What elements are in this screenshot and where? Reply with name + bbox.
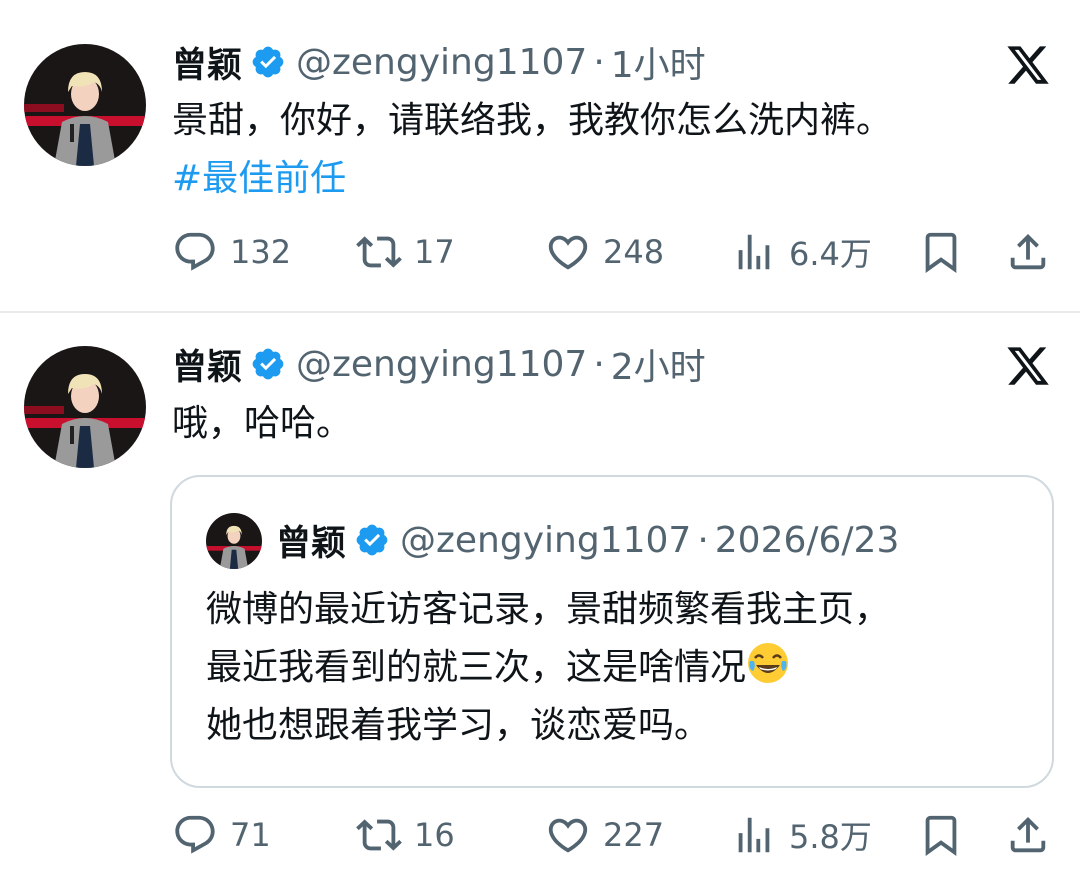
action-bar: 132 17 248 6.4万	[0, 227, 1080, 277]
reply-icon	[175, 232, 215, 271]
author-name[interactable]: 曾颖	[172, 339, 242, 390]
heart-icon	[548, 818, 588, 853]
retweet-icon	[356, 819, 402, 851]
like-button[interactable]: 227	[545, 810, 664, 860]
views-icon	[738, 234, 770, 270]
heart-icon	[548, 235, 588, 270]
face-with-tears-of-joy-emoji	[746, 641, 790, 685]
hashtag-link[interactable]: #最佳前任	[172, 150, 346, 208]
quoted-author-name[interactable]: 曾颖	[276, 515, 346, 566]
timestamp[interactable]: 2小时	[611, 338, 706, 390]
retweet-button[interactable]: 17	[356, 227, 455, 277]
reply-count: 132	[230, 233, 292, 271]
tweet-text: 景甜，你好，请联络我，我教你怎么洗内裤。	[172, 100, 893, 141]
share-icon	[1010, 233, 1046, 270]
tweet-header: 曾颖 @zengying1107 · 2小时	[172, 339, 706, 389]
share-button[interactable]	[1005, 810, 1051, 860]
tweet-text: 哦，哈哈。	[172, 403, 353, 444]
reply-button[interactable]: 132	[172, 227, 291, 277]
like-count: 227	[603, 816, 665, 854]
retweet-count: 16	[414, 816, 455, 854]
quoted-tweet[interactable]: 曾颖 @zengying1107 · 2026/6/23 微博的最近访客记录，景…	[170, 475, 1054, 788]
retweet-count: 17	[414, 233, 455, 271]
reply-count: 71	[230, 816, 271, 854]
verified-badge-icon	[250, 44, 286, 80]
avatar[interactable]	[24, 346, 146, 468]
views-icon	[738, 817, 770, 853]
views-count: 5.8万	[789, 818, 872, 856]
separator-dot: ·	[593, 343, 605, 385]
separator-dot: ·	[593, 41, 605, 83]
quoted-text-line: 她也想跟着我学习，谈恋爱吗。	[206, 705, 711, 746]
like-button[interactable]: 248	[545, 227, 664, 277]
action-bar: 71 16 227 5.8万	[0, 810, 1080, 860]
author-name[interactable]: 曾颖	[172, 37, 242, 88]
x-logo-icon	[1003, 343, 1053, 389]
tweet[interactable]: 曾颖 @zengying1107 · 1小时 景甜，你好，请联络我，我教你怎么洗…	[0, 0, 1080, 312]
share-icon	[1010, 816, 1046, 853]
author-handle[interactable]: @zengying1107	[296, 344, 587, 385]
author-handle[interactable]: @zengying1107	[296, 42, 587, 83]
tweet-header: 曾颖 @zengying1107 · 1小时	[172, 37, 706, 87]
reply-icon	[175, 815, 215, 854]
reply-button[interactable]: 71	[172, 810, 271, 860]
quoted-text-line: 微博的最近访客记录，景甜频繁看我主页，	[206, 589, 891, 630]
quoted-text: 微博的最近访客记录，景甜频繁看我主页， 最近我看到的就三次，这是啥情况 她也想跟…	[206, 581, 890, 755]
avatar[interactable]	[24, 44, 146, 166]
bookmark-button[interactable]	[918, 227, 964, 277]
verified-badge-icon	[250, 346, 286, 382]
views-button[interactable]: 5.8万	[731, 810, 872, 860]
views-button[interactable]: 6.4万	[731, 227, 872, 277]
quoted-text-line: 最近我看到的就三次，这是啥情况	[206, 639, 890, 697]
views-count: 6.4万	[789, 235, 872, 273]
retweet-button[interactable]: 16	[356, 810, 455, 860]
x-logo-icon	[1003, 42, 1053, 88]
quoted-header: 曾颖 @zengying1107 · 2026/6/23	[276, 515, 899, 565]
bookmark-button[interactable]	[918, 810, 964, 860]
share-button[interactable]	[1005, 227, 1051, 277]
verified-badge-icon	[354, 522, 390, 558]
retweet-icon	[356, 236, 402, 268]
tweet[interactable]: 曾颖 @zengying1107 · 2小时 哦，哈哈。 曾颖 @zengyin…	[0, 313, 1080, 894]
quoted-date[interactable]: 2026/6/23	[715, 520, 900, 561]
timestamp[interactable]: 1小时	[611, 36, 706, 88]
quoted-avatar[interactable]	[206, 513, 262, 569]
like-count: 248	[603, 233, 665, 271]
quoted-author-handle[interactable]: @zengying1107	[400, 520, 691, 561]
separator-dot: ·	[697, 519, 709, 561]
bookmark-icon	[925, 815, 957, 856]
bookmark-icon	[925, 232, 957, 273]
quoted-text-line-text: 最近我看到的就三次，这是啥情况	[206, 647, 747, 688]
